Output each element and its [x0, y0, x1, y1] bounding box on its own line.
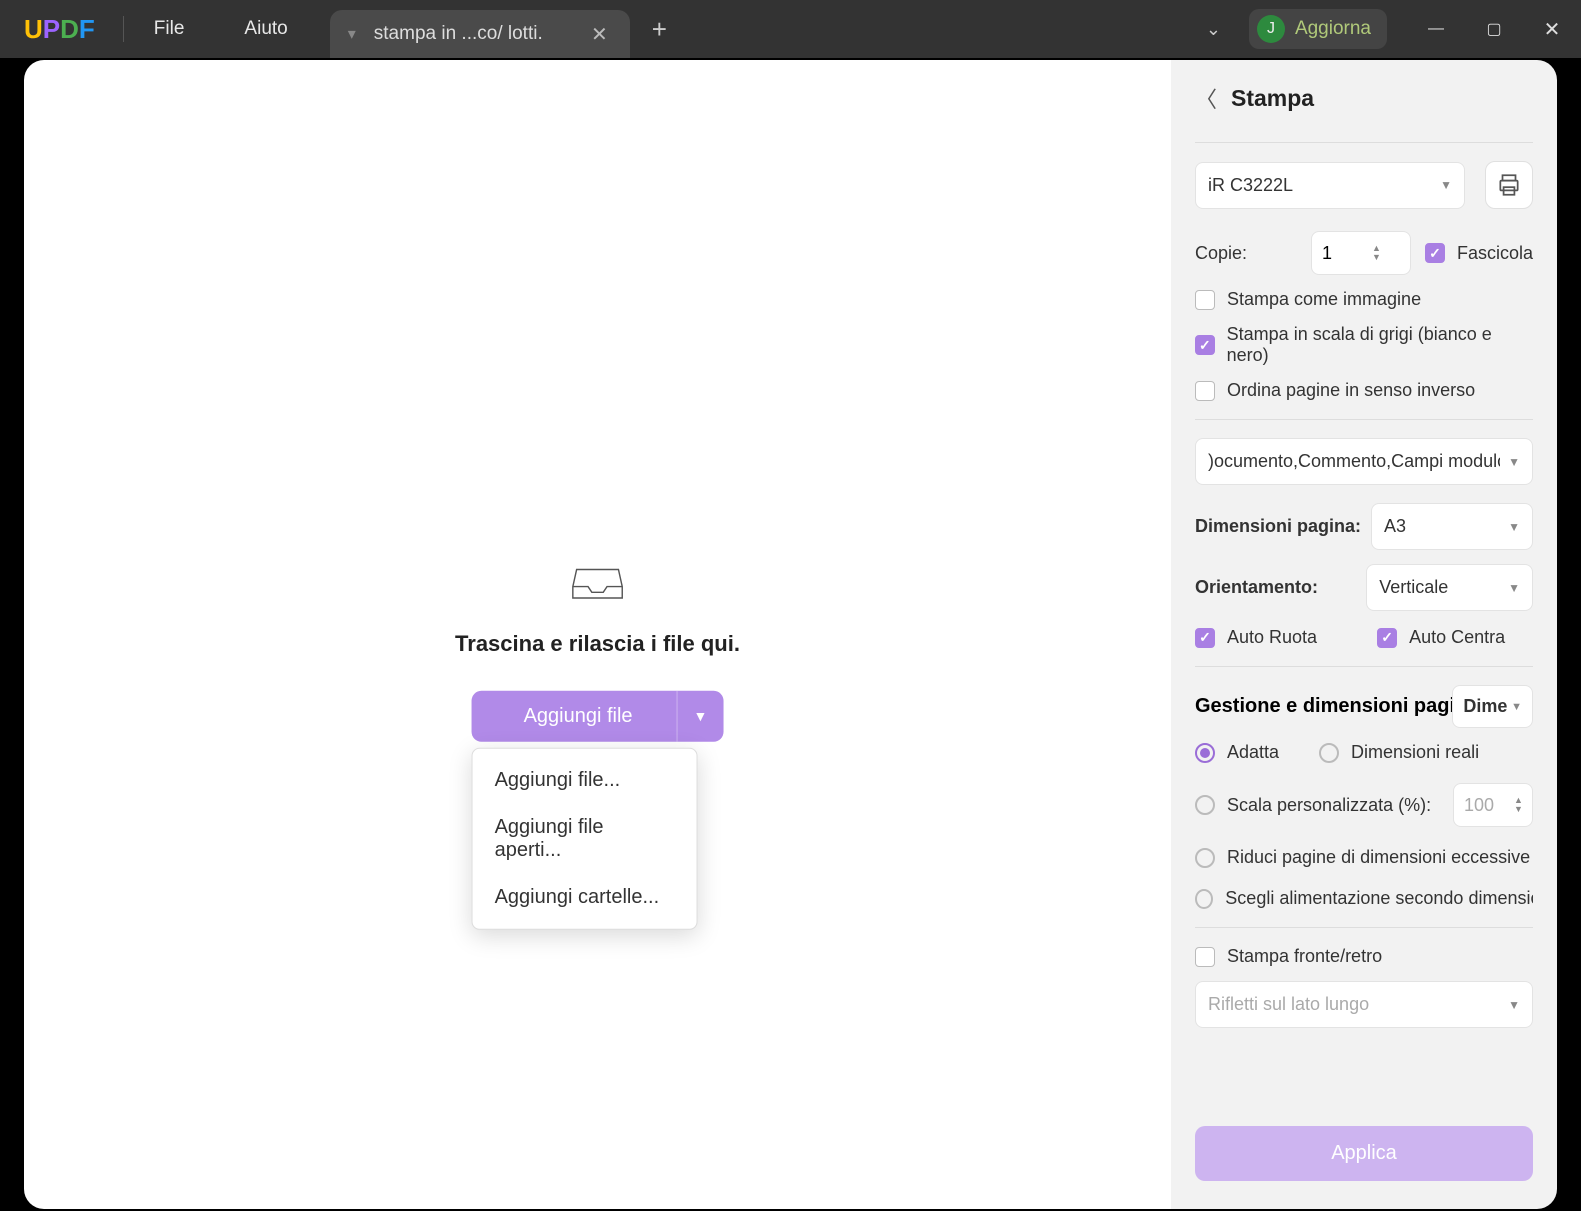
print-content-select[interactable]: )ocumento,Commento,Campi modulo ▼	[1195, 438, 1533, 485]
shrink-label: Riduci pagine di dimensioni eccessive	[1227, 847, 1530, 868]
sizing-mode-value: Dimer	[1463, 696, 1507, 717]
shrink-radio[interactable]: Riduci pagine di dimensioni eccessive	[1195, 847, 1533, 868]
avatar: J	[1257, 15, 1285, 43]
new-tab-button[interactable]: +	[630, 14, 689, 45]
printer-value: iR C3222L	[1208, 175, 1293, 196]
dropdown-add-file[interactable]: Aggiungi file...	[473, 756, 697, 803]
grayscale-checkbox[interactable]: Stampa in scala di grigi (bianco e nero)	[1195, 324, 1533, 366]
page-size-label: Dimensioni pagina:	[1195, 516, 1361, 537]
caret-icon: ▼	[1508, 581, 1520, 595]
caret-icon: ▼	[1508, 998, 1520, 1012]
caret-icon: ▼	[1508, 455, 1520, 469]
add-file-dropdown: Aggiungi file... Aggiungi file aperti...…	[472, 747, 698, 929]
print-as-image-label: Stampa come immagine	[1227, 289, 1421, 310]
app-logo: UPDF	[24, 14, 95, 45]
grayscale-label: Stampa in scala di grigi (bianco e nero)	[1227, 324, 1533, 366]
user-pill[interactable]: J Aggiorna	[1249, 9, 1387, 49]
dropzone-text: Trascina e rilascia i file qui.	[455, 630, 740, 656]
tab-close-icon[interactable]: ✕	[587, 22, 612, 47]
menu-help[interactable]: Aiuto	[214, 18, 317, 40]
add-file-caret-icon[interactable]: ▼	[678, 690, 724, 741]
actual-size-label: Dimensioni reali	[1351, 742, 1479, 763]
tabs-dropdown-icon[interactable]: ⌄	[1178, 19, 1249, 40]
printer-properties-button[interactable]	[1485, 161, 1533, 209]
menu-file[interactable]: File	[124, 18, 215, 40]
tab-title: stampa in ...co/ lotti.	[374, 23, 587, 45]
copies-label: Copie:	[1195, 243, 1247, 264]
collate-checkbox[interactable]: Fascicola	[1425, 243, 1533, 264]
copies-input[interactable]	[1312, 243, 1372, 264]
maximize-button[interactable]: ▢	[1465, 0, 1523, 58]
fit-radio[interactable]: Adatta	[1195, 742, 1279, 763]
upgrade-label: Aggiorna	[1295, 18, 1371, 40]
printer-select[interactable]: iR C3222L ▼	[1195, 162, 1465, 209]
collate-label: Fascicola	[1457, 243, 1533, 264]
pin-icon[interactable]: ▾	[348, 24, 356, 44]
orientation-label: Orientamento:	[1195, 577, 1318, 598]
print-content-value: )ocumento,Commento,Campi modulo	[1208, 451, 1500, 472]
dropdown-add-open-files[interactable]: Aggiungi file aperti...	[473, 803, 697, 873]
duplex-checkbox[interactable]: Stampa fronte/retro	[1195, 946, 1533, 967]
panel-title: Stampa	[1231, 85, 1314, 112]
dropdown-add-folders[interactable]: Aggiungi cartelle...	[473, 873, 697, 920]
add-file-label: Aggiungi file	[472, 690, 678, 741]
caret-icon: ▼	[1440, 178, 1452, 192]
custom-scale-spinner[interactable]: ▲▼	[1453, 783, 1533, 827]
flip-select[interactable]: Rifletti sul lato lungo ▼	[1195, 981, 1533, 1028]
auto-rotate-checkbox[interactable]: Auto Ruota	[1195, 627, 1317, 648]
add-file-button[interactable]: Aggiungi file ▼	[472, 690, 724, 741]
document-tab[interactable]: ▾ stampa in ...co/ lotti. ✕	[330, 10, 630, 58]
auto-center-label: Auto Centra	[1409, 627, 1505, 648]
custom-scale-radio[interactable]: Scala personalizzata (%):	[1195, 795, 1431, 816]
caret-icon: ▼	[1508, 520, 1520, 534]
close-button[interactable]: ✕	[1523, 0, 1581, 58]
titlebar: UPDF File Aiuto ▾ stampa in ...co/ lotti…	[0, 0, 1581, 58]
reverse-order-label: Ordina pagine in senso inverso	[1227, 380, 1475, 401]
choose-source-label: Scegli alimentazione secondo dimensioni …	[1225, 888, 1533, 909]
main-area: Trascina e rilascia i file qui. Aggiungi…	[24, 60, 1171, 1209]
custom-scale-label: Scala personalizzata (%):	[1227, 795, 1431, 816]
custom-scale-input	[1454, 795, 1514, 816]
apply-button[interactable]: Applica	[1195, 1126, 1533, 1181]
orientation-select[interactable]: Verticale ▼	[1366, 564, 1533, 611]
back-button[interactable]: 〈	[1195, 82, 1217, 114]
print-as-image-checkbox[interactable]: Stampa come immagine	[1195, 289, 1533, 310]
spinner-down-icon[interactable]: ▼	[1514, 805, 1523, 814]
page-size-select[interactable]: A3 ▼	[1371, 503, 1533, 550]
orientation-value: Verticale	[1379, 577, 1448, 598]
auto-rotate-label: Auto Ruota	[1227, 627, 1317, 648]
choose-source-radio[interactable]: Scegli alimentazione secondo dimensioni …	[1195, 888, 1533, 909]
caret-icon: ▼	[1511, 701, 1522, 713]
actual-size-radio[interactable]: Dimensioni reali	[1319, 742, 1479, 763]
auto-center-checkbox[interactable]: Auto Centra	[1377, 627, 1505, 648]
reverse-order-checkbox[interactable]: Ordina pagine in senso inverso	[1195, 380, 1533, 401]
print-panel: 〈 Stampa iR C3222L ▼ Copie:	[1171, 60, 1557, 1209]
sizing-mode-select[interactable]: Dimer ▼	[1452, 685, 1533, 728]
fit-label: Adatta	[1227, 742, 1279, 763]
sizing-title: Gestione e dimensioni pagin	[1195, 695, 1452, 718]
minimize-button[interactable]: —	[1407, 0, 1465, 58]
dropzone: Trascina e rilascia i file qui. Aggiungi…	[455, 563, 740, 741]
copies-spinner[interactable]: ▲▼	[1311, 231, 1411, 275]
inbox-icon	[455, 563, 740, 606]
spinner-down-icon[interactable]: ▼	[1372, 253, 1381, 262]
flip-value: Rifletti sul lato lungo	[1208, 994, 1369, 1015]
page-size-value: A3	[1384, 516, 1406, 537]
duplex-label: Stampa fronte/retro	[1227, 946, 1382, 967]
